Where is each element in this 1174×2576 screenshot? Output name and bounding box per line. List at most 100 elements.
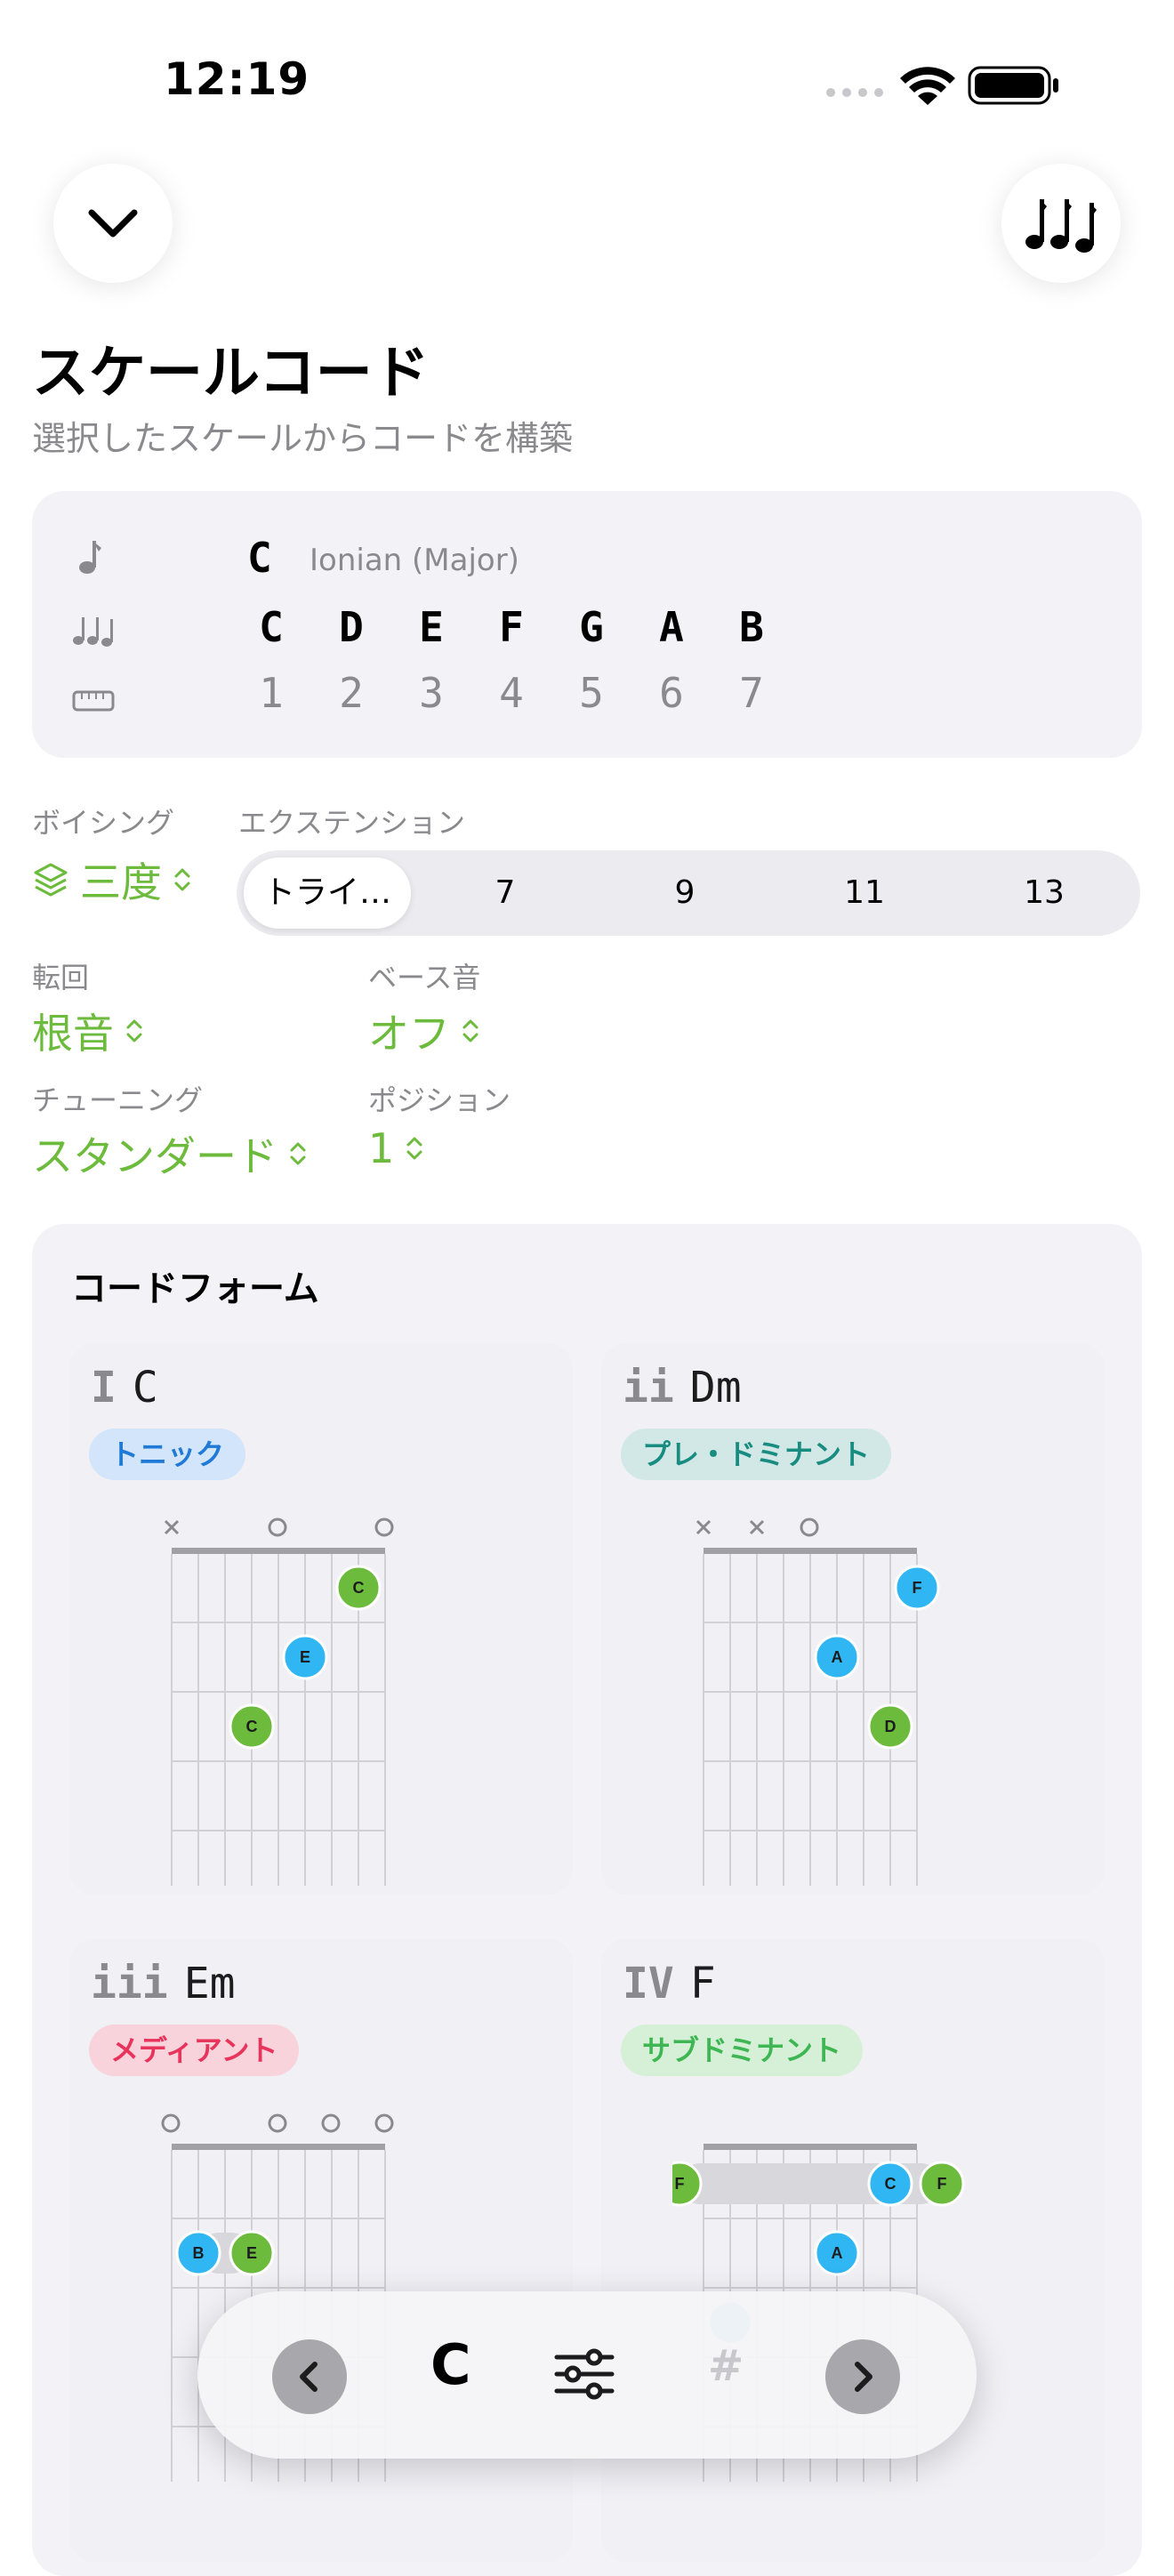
chord-name: Dm (689, 1363, 742, 1413)
svg-text:C: C (353, 1579, 365, 1597)
scale-root: C (247, 534, 272, 582)
string-markers (696, 1517, 819, 1537)
position-picker[interactable]: 1 (368, 1124, 424, 1172)
up-down-chevron-icon (290, 1142, 306, 1165)
function-badge: サブドミナント (621, 2025, 864, 2076)
signal-icon (826, 88, 883, 97)
inversion-picker[interactable]: 根音 (32, 1002, 144, 1060)
chord-name: Em (183, 1959, 236, 2008)
svg-text:B: B (193, 2244, 205, 2262)
muted-string-marker (749, 1519, 765, 1535)
extension-option-triad[interactable]: トライ… (244, 850, 411, 936)
extension-option-9[interactable]: 9 (605, 850, 765, 936)
scale-mode: Ionian (Major) (310, 543, 519, 578)
svg-text:C: C (246, 1718, 258, 1735)
svg-text:F: F (937, 2175, 947, 2193)
bottom-toolbar: C # (197, 2291, 977, 2459)
inversion-label: 転回 (32, 961, 90, 994)
extension-option-13[interactable]: 13 (964, 850, 1124, 936)
scale-card[interactable]: C Ionian (Major) C D E F G A B 1 2 3 4 5… (32, 491, 1142, 758)
finger-dot: F (919, 2161, 965, 2207)
open-string-marker (321, 2113, 341, 2133)
chord-forms-title: コードフォーム (71, 1268, 319, 1309)
scale-note: E (419, 603, 444, 651)
bass-value: オフ (368, 1010, 450, 1058)
chord-card-ii[interactable]: ii Dm プレ・ドミナント F A D (601, 1343, 1105, 1895)
chord-card-iv[interactable]: IV F サブドミナント F C F A (601, 1939, 1105, 2562)
roman-numeral: IV (623, 1959, 674, 2008)
scale-notes: C D E F G A B (231, 603, 792, 651)
open-string-marker (800, 1517, 819, 1537)
function-badge: メディアント (89, 2025, 300, 2076)
bass-picker[interactable]: オフ (368, 1002, 480, 1060)
sharp-toggle[interactable]: # (708, 2341, 744, 2391)
svg-text:F: F (913, 1579, 922, 1597)
nut (172, 1548, 385, 1554)
tuning-picker[interactable]: スタンダード (32, 1124, 308, 1183)
bass-label: ベース音 (368, 961, 481, 994)
open-string-marker (374, 2113, 394, 2133)
finger-dot: B (175, 2230, 221, 2276)
fretboard-diagram: F A D (696, 1517, 940, 1886)
scale-note: B (739, 603, 764, 651)
scale-degree: 4 (499, 669, 524, 717)
fretboard-diagram: C E C (164, 1517, 394, 1886)
nut (704, 2144, 917, 2150)
scale-degrees: 1 2 3 4 5 6 7 (231, 669, 792, 717)
scale-note: G (579, 603, 604, 651)
muted-string-marker (164, 1519, 180, 1535)
finger-dot: F (894, 1565, 940, 1611)
open-string-marker (268, 2113, 287, 2133)
roman-numeral: ii (623, 1363, 674, 1413)
scale-degree: 7 (739, 669, 764, 717)
finger-dot: A (814, 1634, 860, 1680)
extension-option-11[interactable]: 11 (784, 850, 945, 936)
tuning-value: スタンダード (32, 1132, 277, 1180)
finger-dot: E (229, 2230, 275, 2276)
chevron-down-icon (88, 209, 138, 237)
wifi-icon (900, 67, 955, 105)
key-selector[interactable]: C (430, 2332, 471, 2397)
scale-degree: 6 (659, 669, 684, 717)
notes-button[interactable] (1001, 164, 1121, 283)
voicing-picker[interactable]: 三度 (32, 850, 192, 909)
function-badge: プレ・ドミナント (621, 1429, 892, 1480)
previous-button[interactable] (272, 2339, 347, 2414)
position-value: 1 (368, 1124, 395, 1172)
notes-icon (73, 617, 113, 647)
scale-degree: 3 (419, 669, 444, 717)
scale-degree: 1 (259, 669, 284, 717)
open-string-marker (374, 1517, 394, 1537)
status-icons (826, 66, 1058, 105)
chord-card-i[interactable]: IC トニック C E C (69, 1343, 573, 1895)
open-string-marker (161, 2113, 181, 2133)
chord-card-iii[interactable]: iii Em メディアント B E (69, 1939, 573, 2562)
page-title: スケールコード (32, 341, 430, 407)
chord-heading: IC (91, 1363, 158, 1413)
finger-dot: C (867, 2161, 913, 2207)
roman-numeral: I (91, 1363, 117, 1413)
svg-text:D: D (885, 1718, 897, 1735)
voicing-label: ボイシング (32, 806, 175, 840)
finger-dot: D (867, 1703, 913, 1750)
up-down-chevron-icon (406, 1137, 422, 1160)
next-button[interactable] (825, 2339, 900, 2414)
finger-dot: E (282, 1634, 328, 1680)
note-icon (79, 541, 101, 574)
voicing-value: 三度 (80, 858, 162, 906)
finger-dot: A (814, 2230, 860, 2276)
notes-icon (1025, 199, 1097, 253)
svg-text:E: E (300, 1648, 310, 1666)
open-string-marker (268, 1517, 287, 1537)
chevron-left-icon (300, 2362, 318, 2392)
extension-option-7[interactable]: 7 (425, 850, 585, 936)
sliders-icon[interactable] (553, 2348, 615, 2400)
scale-degree: 2 (339, 669, 364, 717)
collapse-button[interactable] (53, 164, 173, 283)
muted-string-marker (696, 1519, 712, 1535)
chord-heading: IV F (623, 1959, 716, 2008)
finger-dot: C (335, 1565, 382, 1611)
up-down-chevron-icon (462, 1019, 478, 1042)
status-time: 12:19 (164, 53, 310, 105)
extension-segmented-control[interactable]: トライ… 7 9 11 13 (237, 850, 1140, 936)
